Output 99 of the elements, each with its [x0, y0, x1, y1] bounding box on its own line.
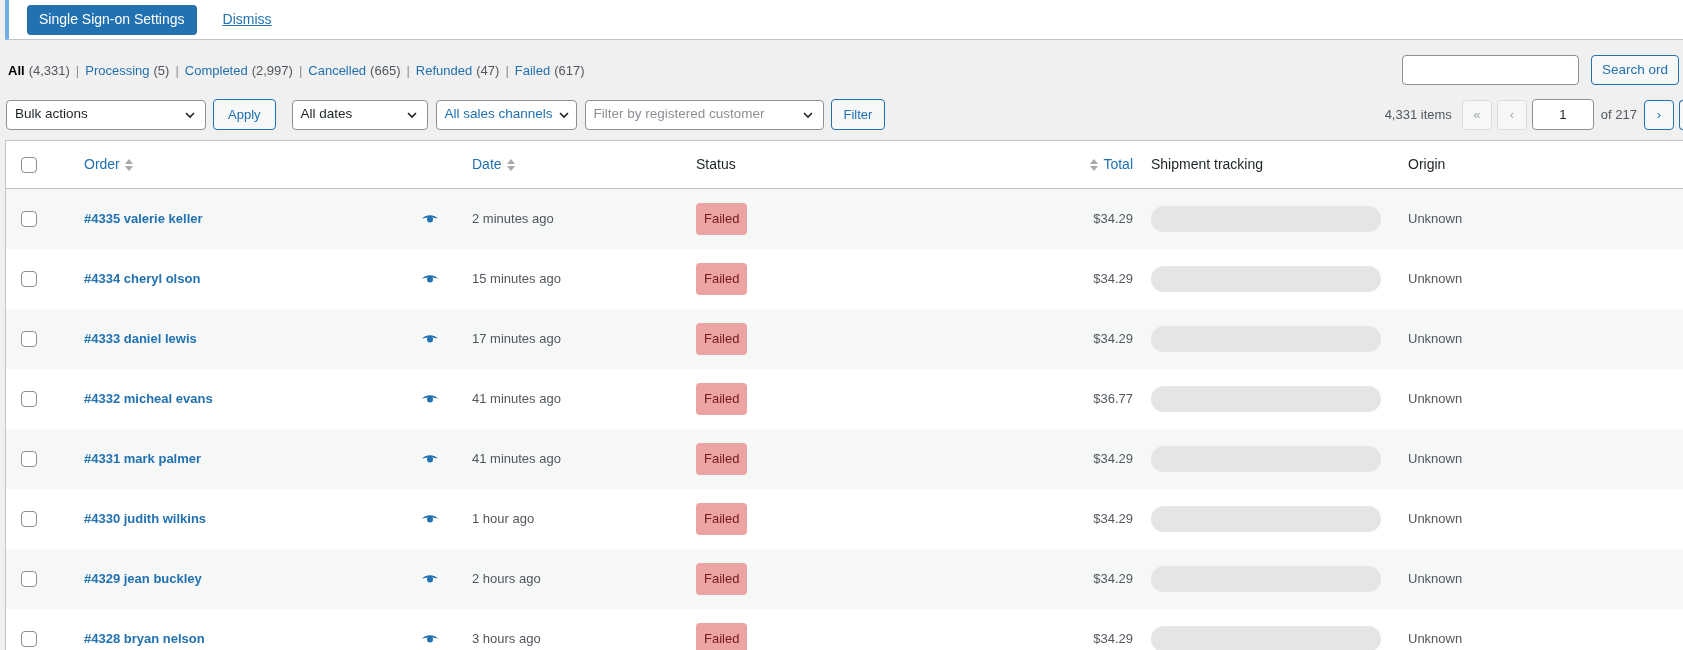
order-row[interactable]: #4335 valerie keller 2 minutes ago Failed $34.29 Unknown	[6, 189, 1683, 249]
status-filter-link[interactable]: Refunded	[415, 61, 473, 81]
status-count: (617)	[554, 62, 585, 80]
order-date: 15 minutes ago	[472, 271, 561, 287]
order-origin: Unknown	[1408, 211, 1463, 227]
order-total: $36.77	[1093, 390, 1133, 409]
eye-icon[interactable]	[422, 634, 438, 644]
column-header: Status	[696, 155, 736, 174]
order-origin: Unknown	[1408, 511, 1463, 527]
customer-name-link[interactable]: #4332 micheal evans	[84, 389, 213, 409]
customer-name-link[interactable]: #4333 daniel lewis	[84, 329, 197, 349]
customer-name-link[interactable]: #4329 jean buckley	[84, 569, 202, 589]
order-origin: Unknown	[1408, 571, 1463, 587]
order-date: 2 hours ago	[472, 571, 541, 587]
checkbox[interactable]	[21, 631, 37, 647]
order-row[interactable]: #4331 mark palmer 41 minutes ago Failed $34.29 Unknown	[6, 429, 1683, 489]
status-filter-link[interactable]: Processing	[85, 61, 150, 81]
checkbox[interactable]	[21, 156, 37, 173]
bulk-actions-select[interactable]: Bulk actions	[6, 99, 206, 130]
checkbox[interactable]	[21, 571, 37, 587]
order-row[interactable]: #4329 jean buckley 2 hours ago Failed $34.29 Unknown	[6, 549, 1683, 609]
checkbox[interactable]	[21, 211, 37, 227]
last-page-button[interactable]	[1679, 99, 1683, 130]
apply-button[interactable]: Apply	[213, 99, 276, 130]
order-origin: Unknown	[1408, 331, 1463, 347]
status-count: (2,997)	[251, 62, 293, 80]
date-filter-select[interactable]: All dates	[291, 99, 428, 130]
separator: |	[505, 62, 509, 80]
checkbox[interactable]	[21, 331, 37, 347]
status-filter-link[interactable]: All	[8, 61, 25, 81]
filter-button[interactable]: Filter	[830, 99, 886, 130]
eye-icon[interactable]	[422, 394, 438, 404]
order-date: 1 hour ago	[472, 511, 535, 527]
eye-icon[interactable]	[422, 454, 438, 464]
order-total: $34.29	[1093, 210, 1133, 229]
order-total: $34.29	[1093, 450, 1133, 469]
separator: |	[75, 62, 80, 80]
customer-filter-select[interactable]: Filter by registered customer	[584, 99, 824, 130]
order-date: 41 minutes ago	[472, 391, 561, 407]
order-origin: Unknown	[1408, 451, 1463, 467]
eye-icon[interactable]	[422, 214, 438, 224]
status-count: (47)	[476, 62, 500, 80]
sort-column-link[interactable]: Date	[472, 154, 502, 175]
checkbox[interactable]	[21, 451, 37, 467]
status-badge: Failed	[696, 203, 748, 235]
sort-column-link[interactable]: Order	[84, 154, 120, 175]
checkbox[interactable]	[21, 271, 37, 287]
status-filter-link[interactable]: Failed	[514, 61, 551, 81]
items-count: 4,331 items	[1384, 105, 1452, 124]
order-total: $34.29	[1093, 570, 1133, 589]
order-date: 3 hours ago	[472, 631, 541, 647]
status-filter-link[interactable]: Cancelled	[308, 61, 367, 81]
channel-filter-select[interactable]: All sales channels	[435, 99, 577, 130]
separator: |	[175, 62, 179, 80]
order-date: 41 minutes ago	[472, 451, 561, 467]
customer-name-link[interactable]: #4334 cheryl olson	[84, 269, 201, 289]
order-total: $34.29	[1093, 330, 1133, 349]
status-count: (5)	[153, 62, 170, 80]
status-badge: Failed	[696, 503, 748, 535]
status-count: (4,331)	[28, 62, 70, 80]
eye-icon[interactable]	[422, 274, 438, 284]
settings-button[interactable]: Single Sign-on Settings	[27, 4, 197, 35]
status-badge: Failed	[696, 263, 748, 295]
page-total: of 217	[1600, 105, 1637, 124]
customer-name-link[interactable]: #4335 valerie keller	[84, 209, 203, 229]
checkbox[interactable]	[21, 391, 37, 407]
status-badge: Failed	[696, 563, 748, 595]
customer-name-link[interactable]: #4331 mark palmer	[84, 449, 202, 469]
eye-icon[interactable]	[422, 514, 438, 524]
order-date: 2 minutes ago	[472, 211, 554, 227]
order-date: 17 minutes ago	[472, 331, 561, 347]
sort-column-link[interactable]: Total	[1103, 154, 1133, 175]
order-row[interactable]: #4333 daniel lewis 17 minutes ago Failed $34.29 Unknown	[6, 309, 1683, 369]
order-origin: Unknown	[1408, 271, 1463, 287]
order-total: $34.29	[1093, 630, 1133, 649]
dismiss-link[interactable]: Dismiss	[222, 9, 272, 30]
page-field[interactable]: 1	[1531, 99, 1594, 130]
search-button[interactable]: Search ord	[1590, 55, 1679, 85]
separator: |	[406, 62, 410, 80]
status-filter-link[interactable]: Completed	[184, 61, 248, 81]
status-badge: Failed	[696, 443, 748, 475]
status-count: (665)	[370, 62, 401, 80]
order-total: $34.29	[1093, 270, 1133, 289]
status-badge: Failed	[696, 323, 748, 355]
customer-name-link[interactable]: #4330 judith wilkins	[84, 509, 207, 529]
column-header: Shipment tracking	[1151, 155, 1264, 174]
status-badge: Failed	[696, 623, 748, 650]
customer-name-link[interactable]: #4328 bryan nelson	[84, 629, 205, 649]
order-total: $34.29	[1093, 510, 1133, 529]
column-header: Origin	[1408, 155, 1446, 174]
next-page-button[interactable]: ›	[1644, 99, 1674, 130]
eye-icon[interactable]	[422, 574, 438, 584]
order-origin: Unknown	[1408, 391, 1463, 407]
order-origin: Unknown	[1408, 631, 1463, 647]
search-field[interactable]	[1401, 55, 1579, 85]
eye-icon[interactable]	[422, 334, 438, 344]
separator: |	[298, 62, 303, 80]
checkbox[interactable]	[21, 511, 37, 527]
status-badge: Failed	[696, 383, 748, 415]
